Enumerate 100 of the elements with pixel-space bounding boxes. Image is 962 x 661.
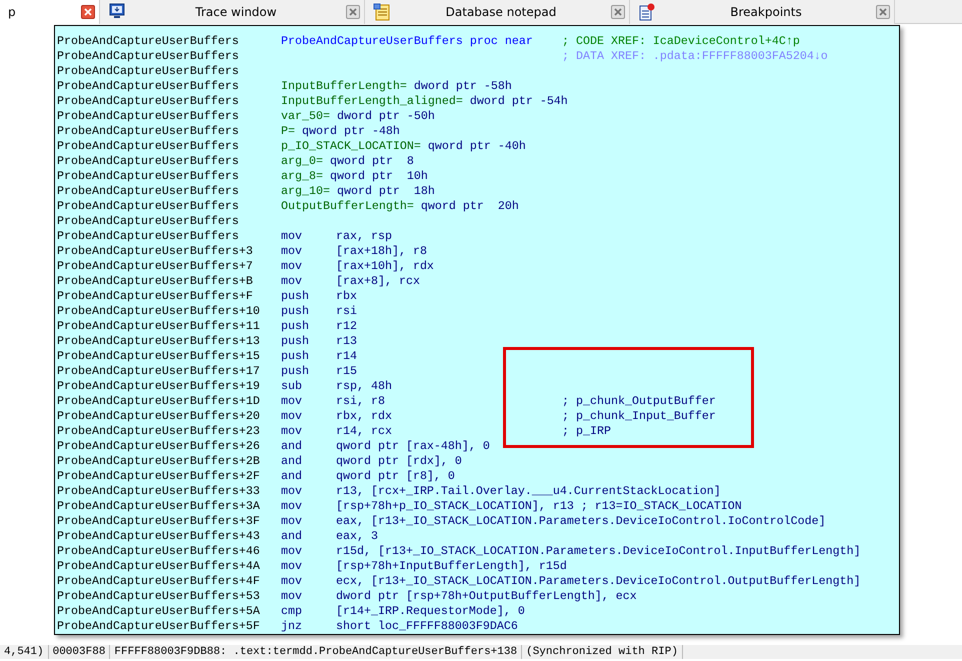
instruction-operands: rsi, r8 — [336, 394, 386, 409]
instruction-operands: r13, [rcx+_IRP.Tail.Overlay.___u4.CurrentStackLocation] — [336, 484, 721, 499]
code-comment: ; p_chunk_OutputBuffer — [562, 394, 716, 409]
stack-variable: P= qword ptr -48h — [281, 124, 400, 139]
instruction-operands: rbx — [336, 289, 357, 304]
instruction-mnemonic: mov — [281, 394, 303, 409]
status-field: (Synchronized with RIP) — [522, 645, 683, 659]
address-label: ProbeAndCaptureUserBuffers+5A — [57, 604, 261, 619]
instruction-operands: [rax+8], rcx — [336, 274, 420, 289]
instruction-mnemonic: mov — [281, 484, 303, 499]
address-label: ProbeAndCaptureUserBuffers+3F — [57, 514, 261, 529]
instruction-operands: rsp, 48h — [336, 379, 392, 394]
close-button[interactable] — [611, 5, 625, 19]
address-label: ProbeAndCaptureUserBuffers — [57, 169, 240, 184]
address-label: ProbeAndCaptureUserBuffers — [57, 109, 240, 124]
instruction-mnemonic: cmp — [281, 604, 303, 619]
procedure-name: ProbeAndCaptureUserBuffers proc near — [281, 34, 534, 49]
instruction-mnemonic: push — [281, 319, 310, 334]
close-button[interactable] — [876, 5, 890, 19]
breakpoint-document-icon — [638, 3, 656, 21]
address-label: ProbeAndCaptureUserBuffers+2F — [57, 469, 261, 484]
instruction-operands: [rsp+78h+InputBufferLength], r15d — [336, 559, 567, 574]
tab[interactable]: Trace window — [100, 0, 365, 24]
close-button[interactable] — [346, 5, 360, 19]
address-label: ProbeAndCaptureUserBuffers+23 — [57, 424, 261, 439]
stack-variable: p_IO_STACK_LOCATION= qword ptr -40h — [281, 139, 526, 154]
instruction-mnemonic: mov — [281, 574, 303, 589]
code-comment: ; p_IRP — [562, 424, 611, 439]
instruction-operands: r15d, [r13+_IO_STACK_LOCATION.Parameters.DeviceIoControl.InputBufferLength] — [336, 544, 861, 559]
instruction-operands: qword ptr [rax-48h], 0 — [336, 439, 490, 454]
instruction-mnemonic: and — [281, 469, 303, 484]
instruction-mnemonic: push — [281, 349, 310, 364]
address-label: ProbeAndCaptureUserBuffers+19 — [57, 379, 261, 394]
instruction-mnemonic: push — [281, 364, 310, 379]
code-comment: ; DATA XREF: .pdata:FFFFF88003FA5204↓o — [562, 49, 828, 64]
stack-variable: InputBufferLength= dword ptr -58h — [281, 79, 512, 94]
instruction-operands: r12 — [336, 319, 357, 334]
address-label: ProbeAndCaptureUserBuffers — [57, 139, 240, 154]
monitor-arrow-icon — [108, 3, 126, 21]
instruction-mnemonic: and — [281, 529, 303, 544]
address-label: ProbeAndCaptureUserBuffers+11 — [57, 319, 261, 334]
instruction-mnemonic: push — [281, 334, 310, 349]
tab[interactable]: Database notepad — [365, 0, 630, 24]
stack-variable: var_50= dword ptr -50h — [281, 109, 435, 124]
address-label: ProbeAndCaptureUserBuffers+2B — [57, 454, 261, 469]
instruction-mnemonic: mov — [281, 274, 303, 289]
instruction-mnemonic: mov — [281, 514, 303, 529]
address-label: ProbeAndCaptureUserBuffers+13 — [57, 334, 261, 349]
instruction-operands: [r14+_IRP.RequestorMode], 0 — [336, 604, 525, 619]
instruction-mnemonic: mov — [281, 409, 303, 424]
instruction-operands: r13 — [336, 334, 357, 349]
address-label: ProbeAndCaptureUserBuffers — [57, 229, 240, 244]
tab[interactable]: p — [0, 0, 100, 24]
instruction-mnemonic: mov — [281, 244, 303, 259]
instruction-operands: rsi — [336, 304, 357, 319]
instruction-operands: short loc_FFFFF88003F9DAC6 — [336, 619, 518, 634]
instruction-operands: eax, 3 — [336, 529, 378, 544]
address-label: ProbeAndCaptureUserBuffers+53 — [57, 589, 261, 604]
instruction-mnemonic: mov — [281, 424, 303, 439]
address-label: ProbeAndCaptureUserBuffers+4A — [57, 559, 261, 574]
instruction-operands: qword ptr [rdx], 0 — [336, 454, 462, 469]
instruction-mnemonic: mov — [281, 544, 303, 559]
instruction-mnemonic: mov — [281, 229, 303, 244]
address-label: ProbeAndCaptureUserBuffers+15 — [57, 349, 261, 364]
address-label: ProbeAndCaptureUserBuffers — [57, 214, 240, 229]
address-label: ProbeAndCaptureUserBuffers — [57, 34, 240, 49]
address-label: ProbeAndCaptureUserBuffers — [57, 64, 240, 79]
address-label: ProbeAndCaptureUserBuffers — [57, 184, 240, 199]
instruction-operands: r15 — [336, 364, 357, 379]
address-label: ProbeAndCaptureUserBuffers — [57, 124, 240, 139]
notepad-icon — [373, 3, 391, 21]
address-label: ProbeAndCaptureUserBuffers+10 — [57, 304, 261, 319]
instruction-mnemonic: mov — [281, 259, 303, 274]
address-label: ProbeAndCaptureUserBuffers+46 — [57, 544, 261, 559]
close-button[interactable] — [81, 5, 95, 19]
address-label: ProbeAndCaptureUserBuffers — [57, 79, 240, 94]
instruction-mnemonic: push — [281, 304, 310, 319]
address-label: ProbeAndCaptureUserBuffers+3 — [57, 244, 254, 259]
address-label: ProbeAndCaptureUserBuffers+17 — [57, 364, 261, 379]
address-label: ProbeAndCaptureUserBuffers+F — [57, 289, 254, 304]
stack-variable: InputBufferLength_aligned= dword ptr -54h — [281, 94, 568, 109]
instruction-mnemonic: and — [281, 439, 303, 454]
instruction-mnemonic: mov — [281, 499, 303, 514]
code-comment: ; p_chunk_Input_Buffer — [562, 409, 716, 424]
address-label: ProbeAndCaptureUserBuffers+43 — [57, 529, 261, 544]
address-label: ProbeAndCaptureUserBuffers+7 — [57, 259, 254, 274]
instruction-operands: r14, rcx — [336, 424, 393, 439]
address-label: ProbeAndCaptureUserBuffers — [57, 199, 240, 214]
status-field: FFFFF88003F9DB88: .text:termdd.ProbeAndCaptureUserBuffers+138 — [110, 645, 522, 659]
instruction-operands: rax, rsp — [336, 229, 392, 244]
address-label: ProbeAndCaptureUserBuffers+20 — [57, 409, 261, 424]
tab[interactable]: Breakpoints — [630, 0, 895, 24]
instruction-operands: [rsp+78h+p_IO_STACK_LOCATION], r13 ; r13=IO_STACK_LOCATION — [336, 499, 742, 514]
instruction-mnemonic: push — [281, 289, 310, 304]
instruction-operands: r14 — [336, 349, 357, 364]
address-label: ProbeAndCaptureUserBuffers — [57, 154, 240, 169]
stack-variable: arg_10= qword ptr 18h — [281, 184, 435, 199]
stack-variable: arg_0= qword ptr 8 — [281, 154, 414, 169]
instruction-operands: [rax+18h], r8 — [336, 244, 427, 259]
status-field: 00003F88 — [48, 645, 110, 659]
